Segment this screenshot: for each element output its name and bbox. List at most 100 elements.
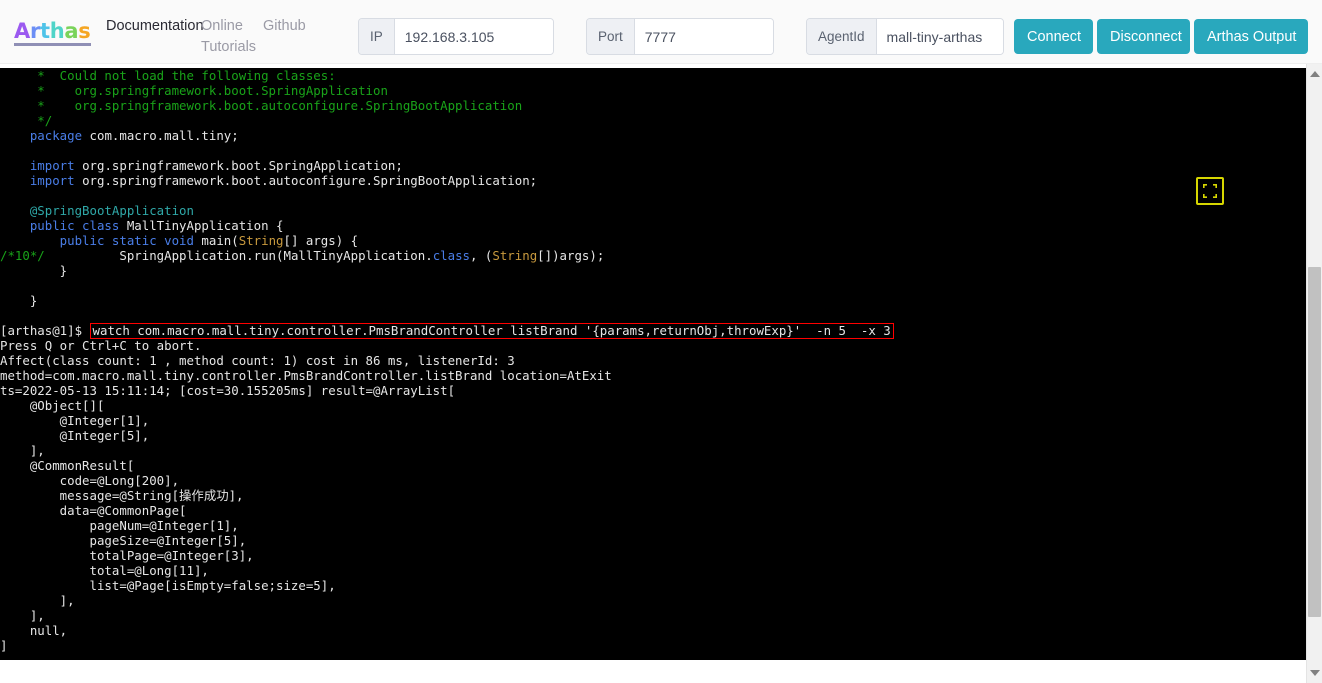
terminal-token: totalPage=@Integer[3], (0, 548, 254, 563)
terminal-token: */ (0, 113, 52, 128)
terminal-lines: * Could not load the following classes: … (0, 68, 1306, 653)
terminal-line: import org.springframework.boot.SpringAp… (0, 158, 1306, 173)
fullscreen-expand-icon[interactable] (1196, 177, 1224, 205)
terminal-line: message=@String[操作成功], (0, 488, 1306, 503)
terminal-token: } (0, 293, 37, 308)
port-input[interactable] (635, 19, 773, 54)
disconnect-button[interactable]: Disconnect (1097, 19, 1190, 54)
main-nav: Documentation Online Tutorials Github (106, 10, 346, 60)
terminal-line: ], (0, 443, 1306, 458)
terminal-token: MallTinyApplication { (119, 218, 283, 233)
terminal-line: total=@Long[11], (0, 563, 1306, 578)
arthas-logo[interactable]: Arthas (14, 20, 91, 46)
terminal-token: @CommonResult[ (0, 458, 134, 473)
terminal-token: public class (0, 218, 119, 233)
terminal-line: null, (0, 623, 1306, 638)
logo-letter-a2: a (64, 20, 78, 42)
terminal-line: /*10*/ SpringApplication.run(MallTinyApp… (0, 248, 1306, 263)
highlighted-command: watch com.macro.mall.tiny.controller.Pms… (90, 323, 894, 339)
terminal-token: com.macro.mall.tiny; (82, 128, 239, 143)
terminal-line: */ (0, 113, 1306, 128)
terminal-line (0, 143, 1306, 158)
terminal-token: String (492, 248, 537, 263)
terminal-token: main( (194, 233, 239, 248)
terminal-token: String (239, 233, 284, 248)
agentid-input[interactable] (877, 19, 1003, 54)
terminal-line: * org.springframework.boot.autoconfigure… (0, 98, 1306, 113)
terminal-token: SpringApplication.run(MallTinyApplicatio… (45, 248, 433, 263)
terminal-token: data=@CommonPage[ (0, 503, 187, 518)
terminal-line: package com.macro.mall.tiny; (0, 128, 1306, 143)
arthas-web-console: Arthas Documentation Online Tutorials Gi… (0, 0, 1322, 683)
scroll-down-arrow-icon[interactable] (1307, 665, 1322, 681)
terminal-token: @Integer[5], (0, 428, 149, 443)
ip-label: IP (359, 19, 395, 54)
ip-input[interactable] (395, 19, 553, 54)
terminal-token: ts=2022-05-13 15:11:14; [cost=30.155205m… (0, 383, 455, 398)
logo-letter-r: r (30, 20, 40, 42)
terminal-token: /*10*/ (0, 248, 45, 263)
nav-link-documentation[interactable]: Documentation (106, 10, 201, 37)
terminal-token: import (0, 158, 75, 173)
agentid-input-group: AgentId (806, 18, 1004, 55)
arthas-output-button[interactable]: Arthas Output (1194, 19, 1308, 54)
terminal-line: code=@Long[200], (0, 473, 1306, 488)
scrollbar-thumb[interactable] (1308, 267, 1321, 617)
terminal-line: data=@CommonPage[ (0, 503, 1306, 518)
nav-link-github[interactable]: Github (263, 10, 323, 37)
logo-letter-a: A (14, 20, 30, 42)
terminal-line: list=@Page[isEmpty=false;size=5], (0, 578, 1306, 593)
terminal-panel: * Could not load the following classes: … (0, 64, 1322, 683)
terminal-token: Affect(class count: 1 , method count: 1)… (0, 353, 515, 368)
terminal-line: ], (0, 593, 1306, 608)
terminal-line: totalPage=@Integer[3], (0, 548, 1306, 563)
connect-button[interactable]: Connect (1014, 19, 1093, 54)
terminal-token: public static void (0, 233, 194, 248)
terminal-token: [] args) { (284, 233, 359, 248)
terminal-line: ts=2022-05-13 15:11:14; [cost=30.155205m… (0, 383, 1306, 398)
terminal-output[interactable]: * Could not load the following classes: … (0, 68, 1306, 660)
terminal-token: @SpringBootApplication (0, 203, 194, 218)
terminal-line (0, 278, 1306, 293)
terminal-line: public static void main(String[] args) { (0, 233, 1306, 248)
terminal-token: , ( (470, 248, 492, 263)
terminal-line: Press Q or Ctrl+C to abort. (0, 338, 1306, 353)
terminal-prompt: [arthas@1]$ (0, 323, 90, 338)
terminal-token: } (0, 263, 67, 278)
terminal-line: public class MallTinyApplication { (0, 218, 1306, 233)
terminal-token: total=@Long[11], (0, 563, 209, 578)
terminal-token: pageNum=@Integer[1], (0, 518, 239, 533)
terminal-line: @Object[][ (0, 398, 1306, 413)
terminal-line: * Could not load the following classes: (0, 68, 1306, 83)
port-label: Port (587, 19, 635, 54)
terminal-line: pageSize=@Integer[5], (0, 533, 1306, 548)
vertical-scrollbar[interactable] (1306, 64, 1322, 683)
scroll-up-arrow-icon[interactable] (1307, 66, 1322, 82)
terminal-token: * org.springframework.boot.SpringApplica… (0, 83, 388, 98)
terminal-token: ], (0, 593, 75, 608)
terminal-token: ], (0, 608, 45, 623)
terminal-line: pageNum=@Integer[1], (0, 518, 1306, 533)
terminal-token: ], (0, 443, 45, 458)
terminal-token: package (0, 128, 82, 143)
terminal-token: Press Q or Ctrl+C to abort. (0, 338, 201, 353)
ip-input-group: IP (358, 18, 554, 55)
terminal-line (0, 308, 1306, 323)
terminal-line: @SpringBootApplication (0, 203, 1306, 218)
terminal-token: import (0, 173, 75, 188)
nav-link-online-tutorials[interactable]: Online Tutorials (201, 10, 263, 58)
terminal-line: Affect(class count: 1 , method count: 1)… (0, 353, 1306, 368)
terminal-token: class (433, 248, 470, 263)
terminal-line: ] (0, 638, 1306, 653)
terminal-line: * org.springframework.boot.SpringApplica… (0, 83, 1306, 98)
terminal-token: null, (0, 623, 67, 638)
terminal-line (0, 188, 1306, 203)
port-input-group: Port (586, 18, 774, 55)
top-header-bar: Arthas Documentation Online Tutorials Gi… (0, 0, 1322, 64)
terminal-token: org.springframework.boot.SpringApplicati… (75, 158, 403, 173)
terminal-token: code=@Long[200], (0, 473, 179, 488)
logo-letter-s: s (78, 20, 90, 42)
terminal-token: pageSize=@Integer[5], (0, 533, 246, 548)
terminal-token: message=@String[操作成功], (0, 488, 244, 503)
agentid-label: AgentId (807, 19, 877, 54)
